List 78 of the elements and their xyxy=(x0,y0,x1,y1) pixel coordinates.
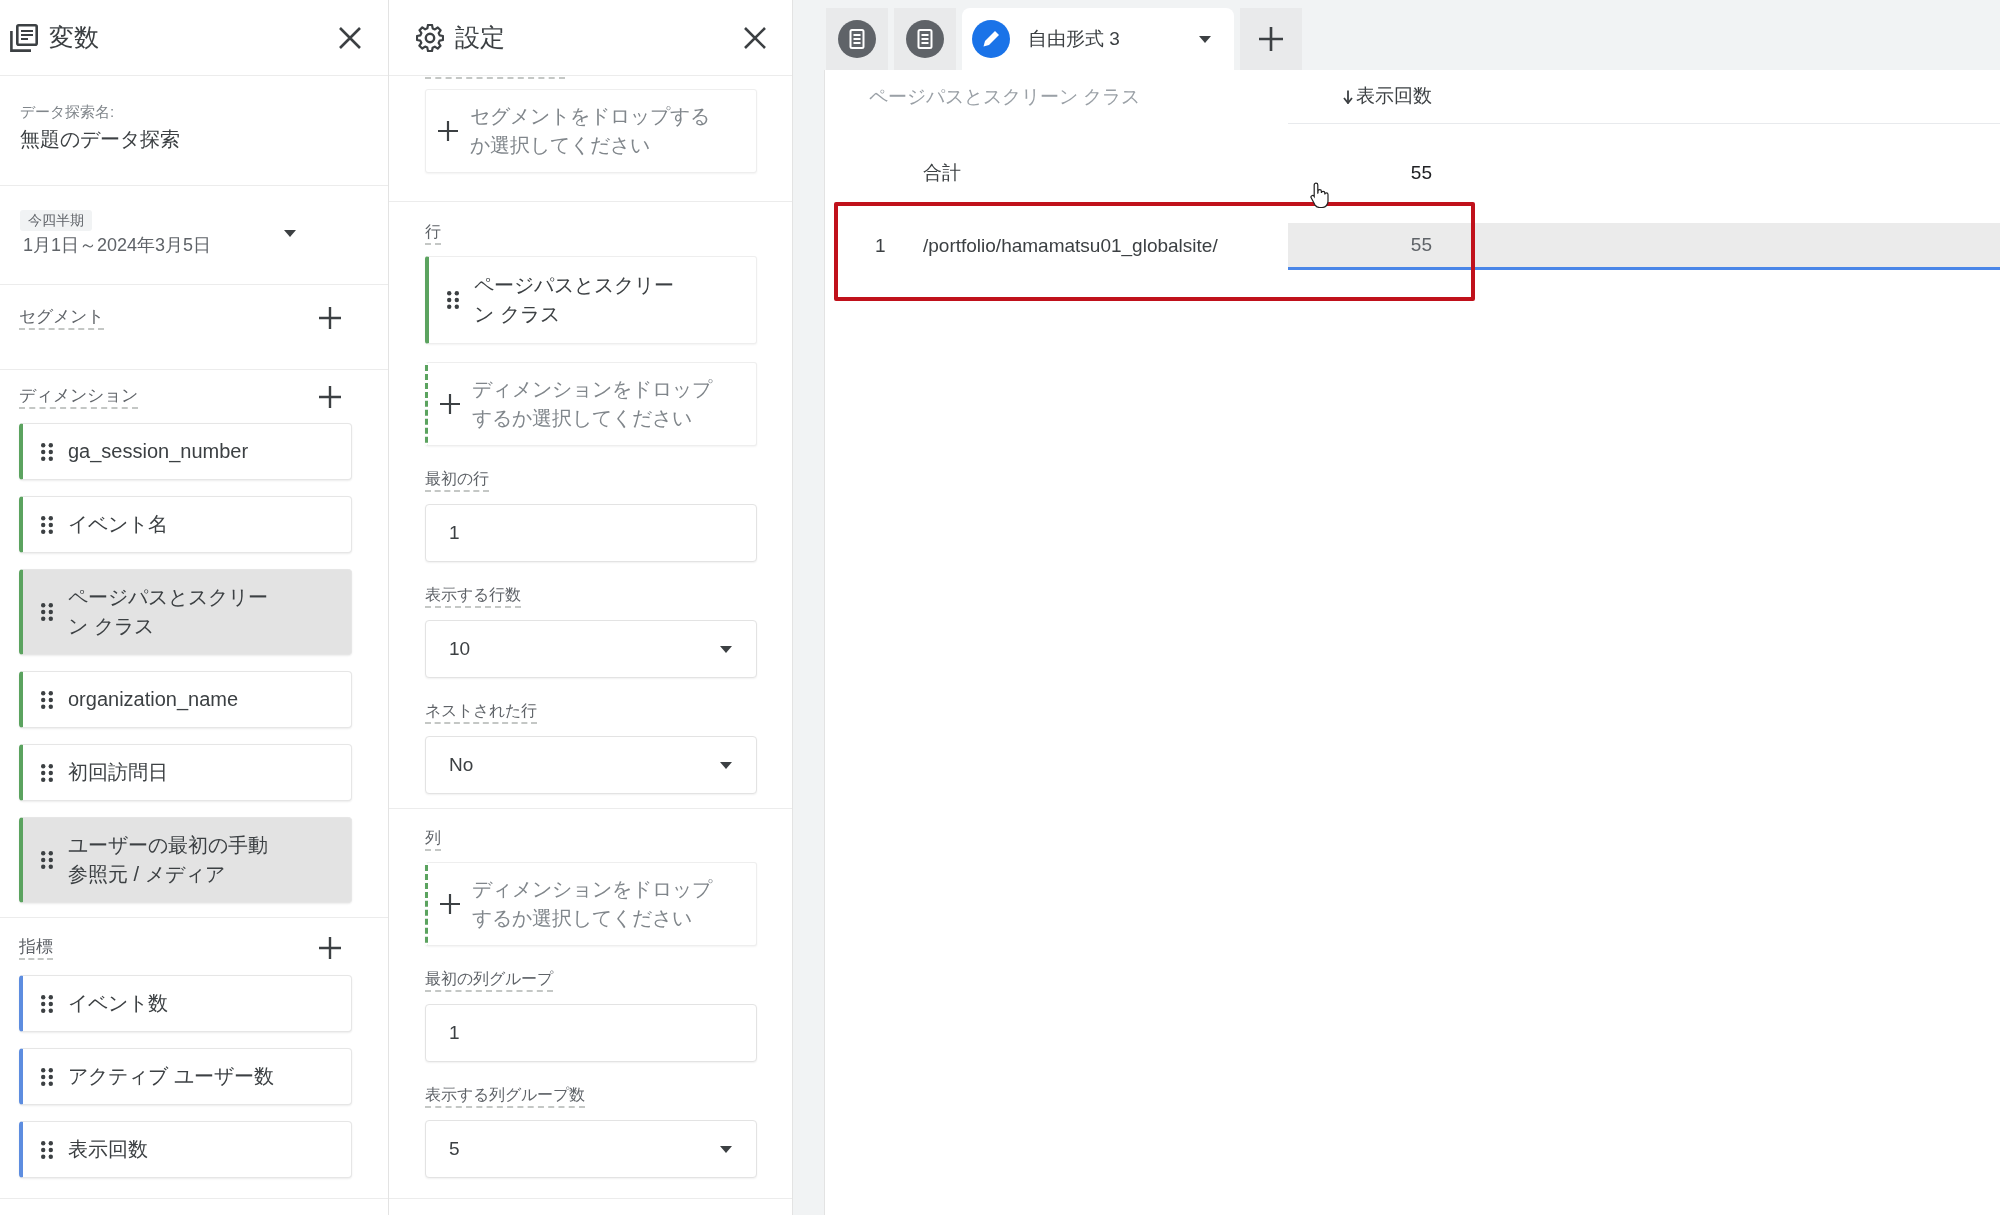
pencil-icon xyxy=(972,20,1010,58)
column-header[interactable]: 表示回数 xyxy=(1343,82,1432,111)
caret-icon xyxy=(284,230,296,237)
views-value: 55 xyxy=(1410,232,1432,257)
section-label: 表示する列グループ数 xyxy=(425,1084,585,1108)
drag-handle-icon xyxy=(41,994,53,1013)
section-label: ディメンション xyxy=(19,385,138,409)
input-field[interactable]: 1 xyxy=(425,1004,757,1062)
date-range-selector[interactable]: 今四半期 1月1日～2024年3月5日 xyxy=(20,210,296,257)
drag-handle-icon xyxy=(41,851,53,869)
section-label: セグメント xyxy=(19,306,104,330)
variable-chip[interactable]: イベント数 xyxy=(19,975,352,1032)
drag-handle-icon xyxy=(41,690,53,709)
add-button[interactable] xyxy=(319,307,341,329)
field-label: データ探索名: xyxy=(20,102,115,122)
dimension-chip[interactable]: ページパスとスクリーン クラス xyxy=(425,256,757,344)
add-button[interactable] xyxy=(319,937,341,959)
document-icon xyxy=(838,20,876,58)
plus-icon xyxy=(440,894,460,914)
drop-zone[interactable]: ディメンションをドロップするか選択してください xyxy=(425,862,757,946)
section-label: 表示する行数 xyxy=(425,584,521,608)
page-path-text: /portfolio/hamamatsu01_globalsite/ xyxy=(923,235,1218,257)
dropdown-field[interactable]: No xyxy=(425,736,757,794)
add-tab-button[interactable] xyxy=(1240,8,1302,70)
add-button[interactable] xyxy=(319,386,341,408)
date-preset-chip: 今四半期 xyxy=(20,210,92,231)
settings-icon xyxy=(416,23,444,52)
variable-chip[interactable]: ga_session_number xyxy=(19,423,352,480)
document-icon xyxy=(906,20,944,58)
close-icon xyxy=(338,25,362,50)
total-value: 55 xyxy=(1410,162,1432,184)
hand-cursor-icon xyxy=(1310,182,1330,208)
drag-handle-icon xyxy=(41,1067,53,1086)
close-icon xyxy=(743,25,767,50)
plus-icon xyxy=(440,394,460,414)
caret-icon xyxy=(720,645,732,653)
document-stack-icon xyxy=(10,23,38,52)
variable-chip[interactable]: 表示回数 xyxy=(19,1121,352,1178)
plus-icon xyxy=(319,386,341,408)
plus-icon xyxy=(1259,27,1283,51)
total-label: 合計 xyxy=(923,162,961,184)
drag-handle-icon xyxy=(41,515,53,534)
section-label: 最初の列グループ xyxy=(425,968,553,992)
plus-icon xyxy=(438,121,458,141)
section-label: 最初の行 xyxy=(425,468,489,492)
section-label: ネストされた行 xyxy=(425,700,537,724)
variable-chip[interactable]: organization_name xyxy=(19,671,352,728)
section-label: 指標 xyxy=(19,936,53,960)
row-number: 1 xyxy=(875,235,886,257)
drop-zone[interactable]: セグメントをドロップするか選択してください xyxy=(425,89,757,173)
drag-handle-icon xyxy=(447,291,459,309)
tab[interactable] xyxy=(894,8,956,70)
section-label: 行 xyxy=(425,221,441,245)
plus-icon xyxy=(319,307,341,329)
drag-handle-icon xyxy=(41,603,53,621)
dropdown-field[interactable]: 10 xyxy=(425,620,757,678)
dropdown-field[interactable]: 5 xyxy=(425,1120,757,1178)
input-field[interactable]: 1 xyxy=(425,504,757,562)
caret-icon xyxy=(720,761,732,769)
close-button[interactable] xyxy=(743,25,767,50)
tab[interactable] xyxy=(826,8,888,70)
drop-zone[interactable]: ディメンションをドロップするか選択してください xyxy=(425,362,757,446)
variable-chip[interactable]: ページパスとスクリーン クラス xyxy=(19,569,352,655)
variable-chip[interactable]: 初回訪問日 xyxy=(19,744,352,801)
panel-title: 変数 xyxy=(49,21,99,53)
caret-icon xyxy=(1199,35,1211,43)
drag-handle-icon xyxy=(41,1140,53,1159)
drag-handle-icon xyxy=(41,763,53,782)
variable-chip[interactable]: アクティブ ユーザー数 xyxy=(19,1048,352,1105)
variable-chip[interactable]: ユーザーの最初の手動参照元 / メディア xyxy=(19,817,352,903)
tab[interactable]: 自由形式 3 xyxy=(962,8,1234,70)
drag-handle-icon xyxy=(41,442,53,461)
plus-icon xyxy=(319,937,341,959)
caret-icon xyxy=(720,1145,732,1153)
exploration-name-field[interactable]: 無題のデータ探索 xyxy=(20,126,180,152)
panel-title: 設定 xyxy=(455,21,505,53)
section-label: 列 xyxy=(425,827,441,851)
variable-chip[interactable]: イベント名 xyxy=(19,496,352,553)
